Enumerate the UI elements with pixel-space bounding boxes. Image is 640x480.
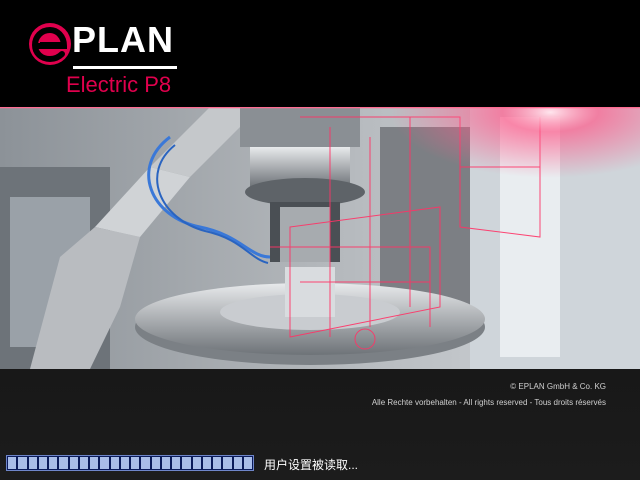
progress-segment xyxy=(161,457,170,469)
loading-progress-bar xyxy=(6,455,254,471)
progress-segment xyxy=(100,457,109,469)
logo-underline xyxy=(73,66,177,69)
progress-segment xyxy=(120,457,129,469)
logo-wordmark: PLAN xyxy=(72,19,174,60)
progress-segment xyxy=(182,457,191,469)
progress-segment xyxy=(131,457,140,469)
industrial-robot-image xyxy=(0,107,640,369)
progress-segment xyxy=(141,457,150,469)
progress-segment xyxy=(69,457,78,469)
progress-segment xyxy=(223,457,232,469)
progress-segment xyxy=(8,457,17,469)
progress-segment xyxy=(213,457,222,469)
progress-segment xyxy=(28,457,37,469)
loading-status-text: 用户设置被读取... xyxy=(264,458,359,472)
rights-text: Alle Rechte vorbehalten - All rights res… xyxy=(371,398,606,407)
progress-segment xyxy=(192,457,201,469)
progress-segment xyxy=(90,457,99,469)
eplan-logo: PLAN Electric P8 xyxy=(26,16,196,98)
product-name: Electric P8 xyxy=(66,72,172,97)
progress-segment xyxy=(59,457,68,469)
progress-segment xyxy=(18,457,27,469)
eplan-e-icon xyxy=(29,23,71,65)
progress-segment xyxy=(110,457,119,469)
progress-segment xyxy=(172,457,181,469)
progress-segment xyxy=(202,457,211,469)
progress-segment xyxy=(151,457,160,469)
progress-segment xyxy=(49,457,58,469)
progress-segment xyxy=(38,457,47,469)
progress-segment xyxy=(233,457,242,469)
hero-image xyxy=(0,107,640,369)
header-band: PLAN Electric P8 xyxy=(0,0,640,107)
splash-screen: PLAN Electric P8 © EPLAN GmbH & Co. KG A… xyxy=(0,0,640,480)
progress-segment xyxy=(79,457,88,469)
progress-segment xyxy=(243,457,252,469)
copyright-text: © EPLAN GmbH & Co. KG xyxy=(510,382,606,391)
